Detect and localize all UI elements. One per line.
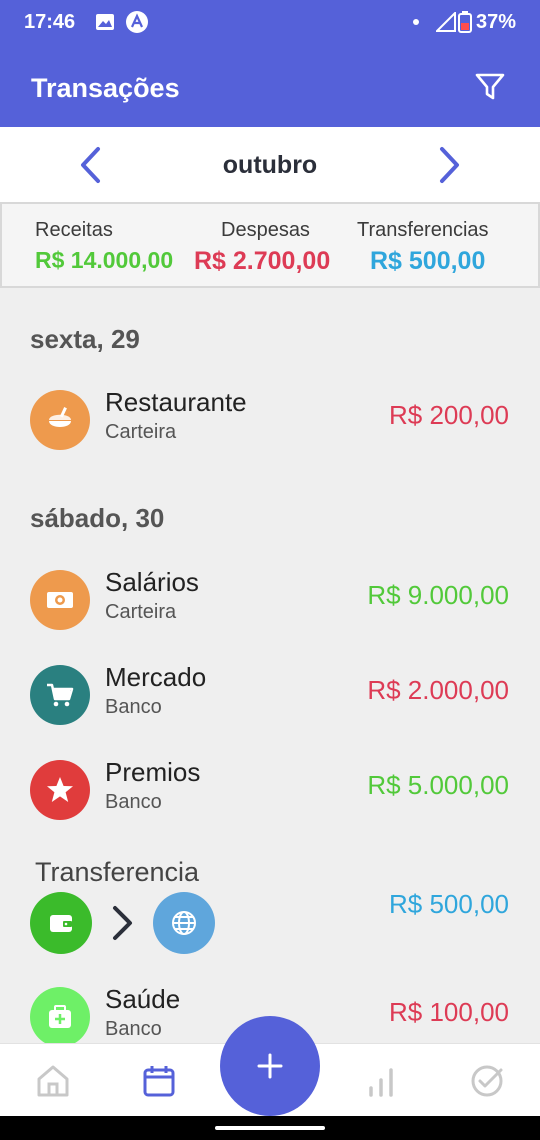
stats-icon[interactable] xyxy=(364,1064,398,1098)
list-item[interactable]: Salários Carteira R$ 9.000,00 xyxy=(0,560,540,640)
transfer-title: Transferencia xyxy=(35,857,200,887)
transaction-name: Saúde xyxy=(105,984,181,1014)
income-value: R$ 14.000,00 xyxy=(35,247,174,273)
app-bar: Transações xyxy=(0,46,540,127)
transaction-amount: R$ 2.000,00 xyxy=(367,675,509,705)
expense-value: R$ 2.700,00 xyxy=(194,247,331,275)
image-notification-icon xyxy=(96,14,114,30)
chevron-right-icon[interactable] xyxy=(436,145,464,185)
summary-panel: Receitas R$ 14.000,00 Despesas R$ 2.700,… xyxy=(0,202,540,288)
transaction-name: Mercado xyxy=(105,662,207,692)
battery-percent: 37% xyxy=(476,11,517,33)
globe-icon[interactable] xyxy=(153,892,215,954)
transfer-value: R$ 500,00 xyxy=(370,247,486,275)
food-icon xyxy=(30,390,90,450)
month-selector: outubro xyxy=(0,127,540,202)
medkit-icon xyxy=(30,987,90,1047)
system-navigation-bar xyxy=(0,1116,540,1140)
transfer-amount: R$ 500,00 xyxy=(389,889,509,919)
add-button[interactable] xyxy=(220,1016,320,1116)
transaction-account: Banco xyxy=(105,1018,162,1040)
signal-icon xyxy=(436,12,456,32)
add-icon xyxy=(257,1053,283,1079)
battery-icon xyxy=(458,11,472,33)
filter-icon[interactable] xyxy=(474,72,506,102)
app-notification-icon xyxy=(126,11,148,33)
notification-dot-icon xyxy=(413,19,419,25)
transaction-account: Banco xyxy=(105,696,162,718)
transaction-account: Carteira xyxy=(105,421,177,443)
list-item[interactable]: Restaurante Carteira R$ 200,00 xyxy=(0,380,540,460)
transaction-account: Carteira xyxy=(105,601,177,623)
transaction-name: Restaurante xyxy=(105,387,247,417)
wallet-icon[interactable] xyxy=(30,892,92,954)
page-title: Transações xyxy=(31,73,180,103)
check-icon[interactable] xyxy=(470,1064,504,1098)
day-header: sábado, 30 xyxy=(30,503,165,533)
transfer-label: Transferencias xyxy=(357,219,489,241)
home-icon[interactable] xyxy=(36,1064,70,1098)
status-bar: 17:46 37% xyxy=(0,0,540,46)
income-label: Receitas xyxy=(35,219,113,241)
list-item[interactable]: Mercado Banco R$ 2.000,00 xyxy=(0,655,540,735)
list-item[interactable]: Premios Banco R$ 5.000,00 xyxy=(0,750,540,830)
transaction-amount: R$ 200,00 xyxy=(389,400,509,430)
day-header: sexta, 29 xyxy=(30,324,140,354)
money-icon xyxy=(30,570,90,630)
transaction-name: Salários xyxy=(105,567,199,597)
transaction-account: Banco xyxy=(105,791,162,813)
transaction-amount: R$ 5.000,00 xyxy=(367,770,509,800)
cart-icon xyxy=(30,665,90,725)
home-gesture-handle[interactable] xyxy=(215,1126,325,1130)
chevron-right-icon xyxy=(113,906,132,940)
star-icon xyxy=(30,760,90,820)
transaction-amount: R$ 9.000,00 xyxy=(367,580,509,610)
status-time: 17:46 xyxy=(24,11,76,33)
transaction-amount: R$ 100,00 xyxy=(389,997,509,1027)
expense-label: Despesas xyxy=(221,219,310,241)
calendar-icon[interactable] xyxy=(142,1064,176,1098)
transaction-name: Premios xyxy=(105,757,201,787)
